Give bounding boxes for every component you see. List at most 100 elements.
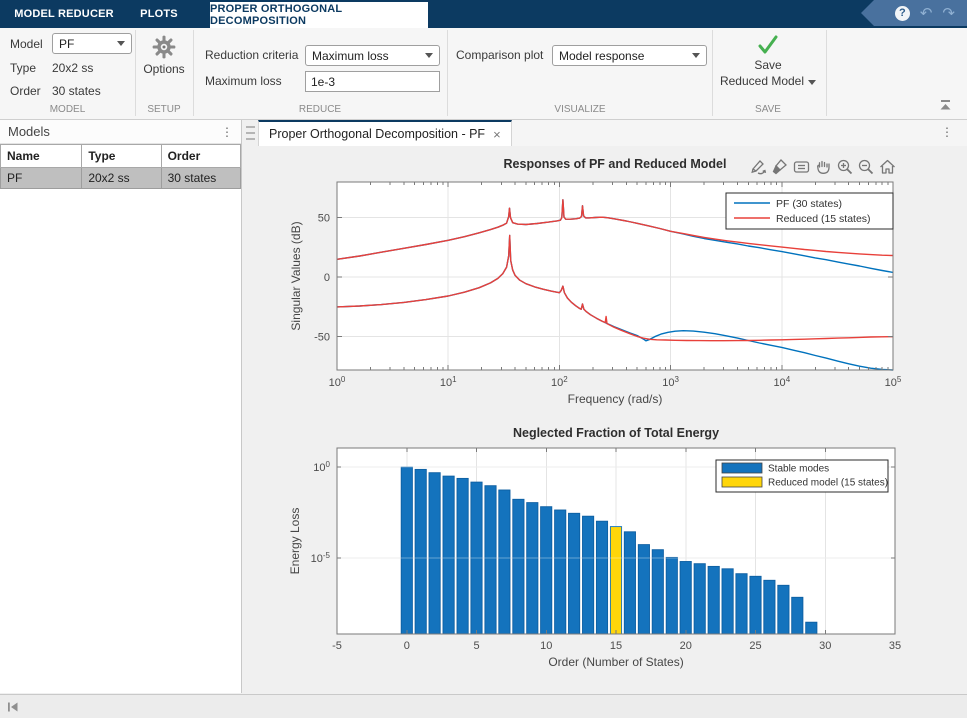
bar-stable-mode xyxy=(485,486,496,634)
status-bar xyxy=(0,694,967,718)
models-col-name: Name xyxy=(1,145,82,168)
table-row[interactable]: PF 20x2 ss 30 states xyxy=(1,168,241,189)
document-tab-title: Proper Orthogonal Decomposition - PF xyxy=(269,127,485,141)
model-type-cell: 20x2 ss xyxy=(82,168,161,189)
bar-stable-mode xyxy=(499,490,510,634)
model-dropdown-value: PF xyxy=(59,37,74,51)
export-icon[interactable] xyxy=(749,158,768,176)
type-value: 20x2 ss xyxy=(52,61,93,75)
chevron-down-icon xyxy=(808,80,816,85)
maximum-loss-input[interactable] xyxy=(305,71,440,92)
model-name-cell: PF xyxy=(1,168,82,189)
splitter-grip-icon xyxy=(246,126,255,140)
models-panel-title: Models xyxy=(8,124,50,139)
bar-stable-mode xyxy=(555,510,566,634)
bar-reduced-model xyxy=(610,527,621,634)
reduction-criteria-label: Reduction criteria xyxy=(205,48,298,62)
bar-stable-mode xyxy=(527,503,538,634)
bar-stable-mode xyxy=(429,473,440,634)
comparison-plot-dropdown[interactable]: Model response xyxy=(552,45,707,66)
save-reduced-model-button[interactable]: Save Reduced Model xyxy=(716,34,820,88)
model-label: Model xyxy=(10,37,43,51)
svg-text:102: 102 xyxy=(551,375,568,389)
svg-text:25: 25 xyxy=(749,640,761,652)
options-button[interactable]: Options xyxy=(140,34,188,76)
restore-view-icon[interactable] xyxy=(878,158,897,176)
bar-stable-mode xyxy=(708,566,719,634)
models-panel-header: Models ⋮ xyxy=(0,120,241,144)
axes-toolbar xyxy=(749,158,897,176)
zoom-in-icon[interactable] xyxy=(836,158,854,176)
reduction-criteria-value: Maximum loss xyxy=(312,49,389,63)
chevron-down-icon xyxy=(425,53,433,58)
svg-text:0: 0 xyxy=(404,640,410,652)
reduction-criteria-dropdown[interactable]: Maximum loss xyxy=(305,45,440,66)
bar-stable-mode xyxy=(680,562,691,635)
help-icon[interactable]: ? xyxy=(895,6,910,21)
svg-text:Frequency (rad/s): Frequency (rad/s) xyxy=(568,392,663,406)
bar-stable-mode xyxy=(750,576,761,634)
svg-text:Energy Loss: Energy Loss xyxy=(288,508,302,575)
model-order-cell: 30 states xyxy=(161,168,240,189)
svg-text:100: 100 xyxy=(329,375,346,389)
order-label: Order xyxy=(10,84,41,98)
bar-stable-mode xyxy=(401,467,412,634)
svg-text:50: 50 xyxy=(318,213,330,225)
undo-icon[interactable]: ↶ xyxy=(920,6,933,21)
bar-stable-mode xyxy=(415,469,426,634)
document-tab-bar: Proper Orthogonal Decomposition - PF × ⋮ xyxy=(258,120,967,146)
model-reducer-app: MODEL REDUCER PLOTS PROPER ORTHOGONAL DE… xyxy=(0,0,967,718)
models-table: Name Type Order PF 20x2 ss 30 states xyxy=(0,144,241,189)
svg-text:Singular Values (dB): Singular Values (dB) xyxy=(289,221,303,330)
zoom-out-icon[interactable] xyxy=(857,158,875,176)
svg-text:100: 100 xyxy=(313,460,330,474)
tab-model-reducer[interactable]: MODEL REDUCER xyxy=(8,0,120,28)
svg-text:104: 104 xyxy=(773,375,790,389)
maximum-loss-label: Maximum loss xyxy=(205,74,282,88)
type-label: Type xyxy=(10,61,36,75)
model-dropdown[interactable]: PF xyxy=(52,33,132,54)
svg-text:35: 35 xyxy=(889,640,901,652)
comparison-plot-label: Comparison plot xyxy=(456,48,543,62)
panel-splitter[interactable] xyxy=(243,120,258,693)
bar-stable-mode xyxy=(652,550,663,634)
energy-legend: Stable modesReduced model (15 states) xyxy=(716,460,888,492)
document-tab-pod-pf[interactable]: Proper Orthogonal Decomposition - PF × xyxy=(258,120,512,146)
models-col-order: Order xyxy=(161,145,240,168)
responses-chart: 100101102103104105500-50Frequency (rad/s… xyxy=(258,152,967,425)
svg-text:-5: -5 xyxy=(332,640,342,652)
svg-text:Reduced (15 states): Reduced (15 states) xyxy=(776,213,871,225)
tab-overflow-menu-icon[interactable]: ⋮ xyxy=(941,125,953,139)
svg-text:20: 20 xyxy=(680,640,692,652)
svg-text:Stable modes: Stable modes xyxy=(768,464,829,475)
save-button-line2: Reduced Model xyxy=(720,74,816,88)
svg-text:Order (Number of States): Order (Number of States) xyxy=(548,655,683,669)
section-separator xyxy=(447,30,448,116)
figure-canvas: 100101102103104105500-50Frequency (rad/s… xyxy=(258,146,967,693)
tab-proper-orthogonal-decomposition[interactable]: PROPER ORTHOGONAL DECOMPOSITION xyxy=(210,2,428,28)
redo-icon[interactable]: ↷ xyxy=(942,6,955,21)
energy-chart: -50510152025303510010-5Order (Number of … xyxy=(258,425,967,693)
models-col-type: Type xyxy=(82,145,161,168)
svg-text:-50: -50 xyxy=(314,332,330,344)
brush-icon[interactable] xyxy=(771,158,789,176)
minimize-toolstrip-icon[interactable] xyxy=(937,98,953,115)
quick-access-banner: ? ↶ ↷ xyxy=(861,0,967,26)
bar-stable-mode xyxy=(457,478,468,634)
collapse-panel-icon[interactable] xyxy=(6,700,21,714)
svg-text:10-5: 10-5 xyxy=(311,551,331,565)
check-icon xyxy=(756,34,780,56)
comparison-plot-value: Model response xyxy=(559,49,644,63)
pan-icon[interactable] xyxy=(814,158,833,176)
chevron-down-icon xyxy=(117,41,125,46)
bar-stable-mode xyxy=(624,532,635,634)
svg-text:105: 105 xyxy=(885,375,902,389)
tab-plots[interactable]: PLOTS xyxy=(130,0,188,28)
svg-text:Responses of PF and Reduced Mo: Responses of PF and Reduced Model xyxy=(504,157,727,171)
reduce-section-label: REDUCE xyxy=(250,104,390,115)
svg-text:103: 103 xyxy=(662,375,679,389)
options-button-label: Options xyxy=(143,62,184,76)
datatips-icon[interactable] xyxy=(792,158,811,176)
close-icon[interactable]: × xyxy=(493,127,501,142)
models-panel-menu-icon[interactable]: ⋮ xyxy=(221,125,233,139)
